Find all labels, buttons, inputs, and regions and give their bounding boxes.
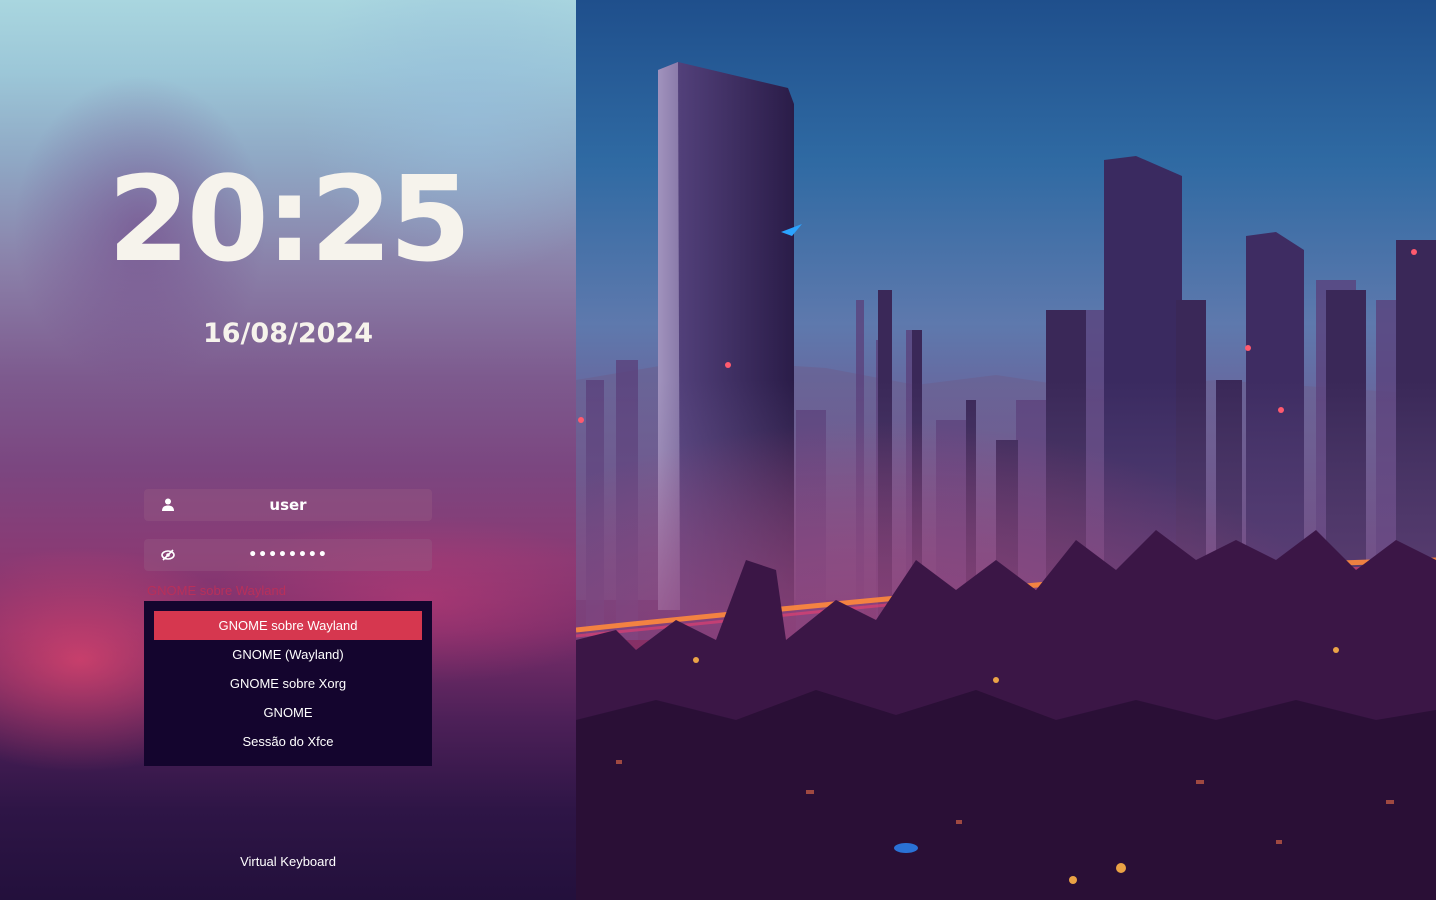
session-option-gnome-sobre-wayland[interactable]: GNOME sobre Wayland [154,611,422,640]
wallpaper-image [575,0,1436,900]
password-value: •••••••• [248,547,328,563]
clock-date: 16/08/2024 [202,318,373,349]
username-value: user [269,496,307,514]
user-icon [160,497,176,513]
session-option-gnome-wayland[interactable]: GNOME (Wayland) [154,640,422,669]
eye-slash-icon[interactable] [160,547,176,563]
username-field[interactable]: user [144,489,432,521]
login-panel: 20:25 16/08/2024 user •••••••• GNOME sob… [0,0,576,900]
password-field[interactable]: •••••••• [144,539,432,571]
session-option-gnome-sobre-xorg[interactable]: GNOME sobre Xorg [154,669,422,698]
session-menu: GNOME sobre Wayland GNOME (Wayland) GNOM… [144,601,432,766]
session-option-gnome[interactable]: GNOME [154,698,422,727]
session-selector[interactable]: GNOME sobre Wayland [147,583,286,598]
clock-time: 20:25 [107,150,472,288]
virtual-keyboard-button[interactable]: Virtual Keyboard [0,854,576,869]
session-option-xfce[interactable]: Sessão do Xfce [154,727,422,756]
